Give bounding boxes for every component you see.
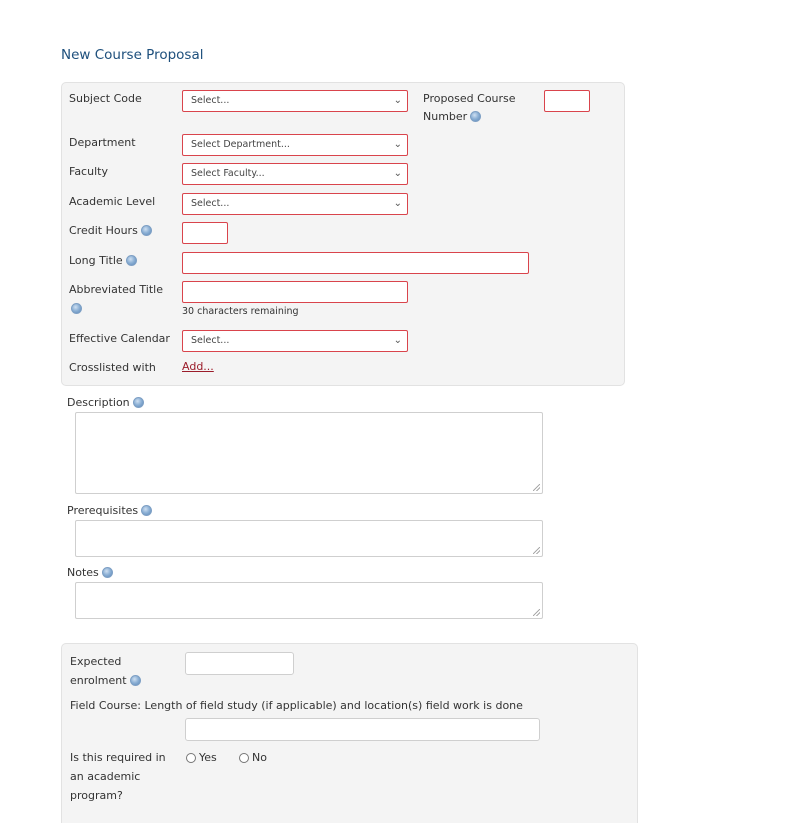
academic-level-select[interactable]: Select... ⌄: [182, 193, 408, 215]
prerequisites-textarea[interactable]: [75, 520, 543, 557]
long-title-label-text: Long Title: [69, 254, 123, 267]
required-program-label-line3: program?: [70, 789, 123, 802]
description-label: Description: [67, 394, 144, 412]
crosslisted-label: Crosslisted with: [69, 361, 156, 374]
faculty-value: Select Faculty...: [191, 168, 265, 179]
chevron-down-icon: ⌄: [393, 95, 402, 106]
description-textarea[interactable]: [75, 412, 543, 494]
radio-no[interactable]: No: [239, 751, 267, 764]
help-icon[interactable]: [141, 504, 153, 516]
expected-enrolment-label-line2: enrolment: [70, 674, 127, 687]
radio-no-label: No: [252, 751, 267, 764]
add-crosslist-link[interactable]: Add...: [182, 360, 214, 373]
prerequisites-label: Prerequisites: [67, 502, 153, 520]
credit-hours-label-text: Credit Hours: [69, 224, 138, 237]
radio-yes[interactable]: Yes: [186, 751, 217, 764]
chevron-down-icon: ⌄: [393, 139, 402, 150]
department-label: Department: [69, 136, 136, 149]
radio-circle-icon[interactable]: [186, 752, 196, 763]
help-icon[interactable]: [101, 566, 113, 578]
academic-level-label: Academic Level: [69, 195, 156, 208]
help-icon[interactable]: [71, 303, 82, 314]
resize-grip-icon[interactable]: [533, 547, 540, 554]
help-icon[interactable]: [132, 396, 144, 408]
proposed-course-number-label-line2: Number: [423, 110, 468, 123]
academic-level-value: Select...: [191, 198, 230, 209]
faculty-select[interactable]: Select Faculty... ⌄: [182, 163, 408, 185]
field-course-label: Field Course: Length of field study (if …: [70, 699, 523, 712]
prerequisites-label-text: Prerequisites: [67, 504, 139, 517]
subject-code-value: Select...: [191, 95, 230, 106]
field-course-input[interactable]: [185, 718, 540, 741]
help-icon[interactable]: [470, 110, 482, 122]
help-icon[interactable]: [129, 674, 141, 686]
department-select[interactable]: Select Department... ⌄: [182, 134, 408, 156]
abbreviated-title-label-text: Abbreviated Title: [69, 283, 163, 296]
abbreviated-title-label: Abbreviated Title: [69, 281, 163, 317]
effective-calendar-label: Effective Calendar: [69, 332, 170, 345]
expected-enrolment-label: Expected enrolment: [70, 652, 141, 690]
resize-grip-icon[interactable]: [533, 484, 540, 491]
radio-yes-label: Yes: [199, 751, 217, 764]
credit-hours-label: Credit Hours: [69, 222, 152, 240]
proposed-course-number-label: Proposed Course Number: [423, 90, 516, 126]
subject-code-label: Subject Code: [69, 92, 142, 105]
subject-code-select[interactable]: Select... ⌄: [182, 90, 408, 112]
required-program-label: Is this required in an academic program?: [70, 748, 166, 805]
characters-remaining-hint: 30 characters remaining: [182, 306, 299, 317]
abbreviated-title-input[interactable]: [182, 281, 408, 303]
required-program-label-line2: an academic: [70, 770, 141, 783]
credit-hours-input[interactable]: [182, 222, 228, 244]
description-label-text: Description: [67, 396, 130, 409]
required-program-label-line1: Is this required in: [70, 751, 166, 764]
chevron-down-icon: ⌄: [393, 335, 402, 346]
chevron-down-icon: ⌄: [393, 168, 402, 179]
department-value: Select Department...: [191, 139, 290, 150]
help-icon[interactable]: [125, 254, 137, 266]
notes-label-text: Notes: [67, 566, 99, 579]
radio-circle-icon[interactable]: [239, 752, 249, 763]
chevron-down-icon: ⌄: [393, 198, 402, 209]
expected-enrolment-label-line1: Expected: [70, 655, 122, 668]
expected-enrolment-input[interactable]: [185, 652, 294, 675]
resize-grip-icon[interactable]: [533, 609, 540, 616]
faculty-label: Faculty: [69, 165, 108, 178]
page-title: New Course Proposal: [61, 47, 204, 63]
long-title-input[interactable]: [182, 252, 529, 274]
proposed-course-number-input[interactable]: [544, 90, 590, 112]
notes-label: Notes: [67, 564, 113, 582]
effective-calendar-value: Select...: [191, 335, 230, 346]
proposed-course-number-label-line1: Proposed Course: [423, 92, 516, 105]
effective-calendar-select[interactable]: Select... ⌄: [182, 330, 408, 352]
help-icon[interactable]: [140, 224, 152, 236]
long-title-label: Long Title: [69, 252, 137, 270]
notes-textarea[interactable]: [75, 582, 543, 619]
